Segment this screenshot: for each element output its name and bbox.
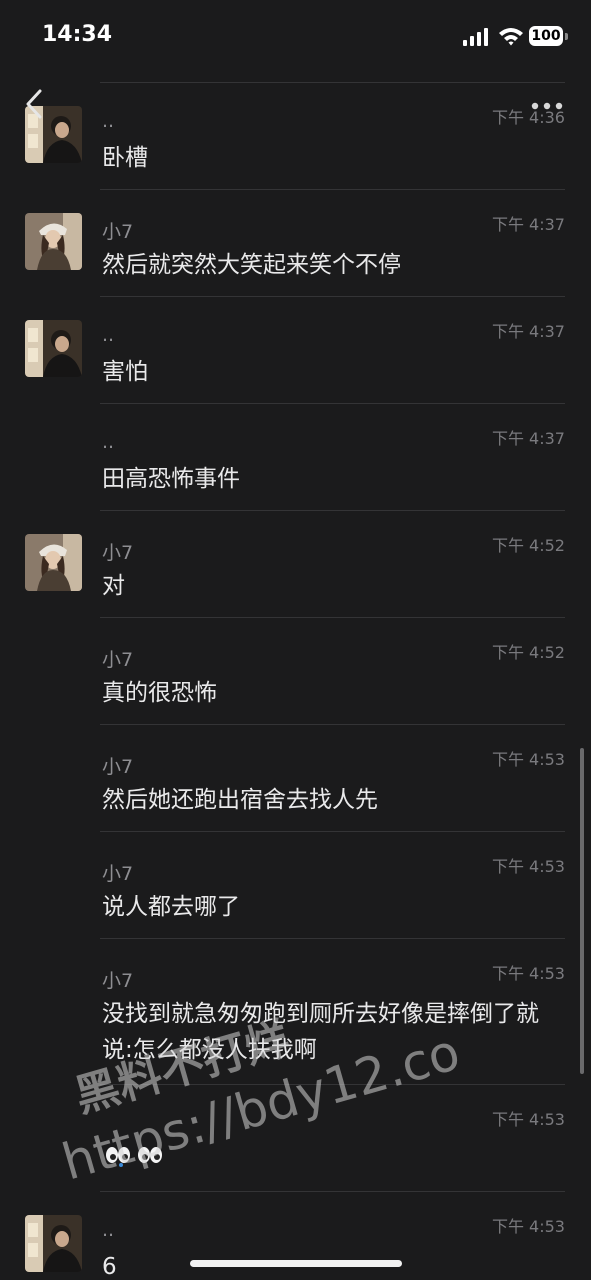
message-sender: 小7 — [102, 970, 134, 992]
message-row[interactable]: 小7 下午 4:52 真的很恐怖 — [0, 617, 591, 724]
message-time: 下午 4:53 — [491, 750, 565, 769]
wifi-icon — [498, 26, 524, 46]
avatar-xiao7[interactable] — [25, 534, 82, 591]
message-row[interactable]: 小7 下午 4:52 对 — [0, 510, 591, 617]
divider — [100, 724, 565, 725]
message-time: 下午 4:53 — [491, 857, 565, 876]
message-time: 下午 4:53 — [491, 1110, 565, 1129]
message-sender: 小7 — [102, 863, 134, 885]
message-row[interactable]: .. 下午 4:37 害怕 — [0, 296, 591, 403]
message-sender: .. — [102, 431, 115, 453]
message-sender: .. — [102, 110, 115, 132]
battery-level: 100 — [531, 28, 561, 44]
divider — [100, 82, 565, 83]
message-row[interactable]: 小7 下午 4:37 然后就突然大笑起来笑个不停 — [0, 189, 591, 296]
avatar-xiao7[interactable] — [25, 213, 82, 270]
status-bar: 14:34 100 — [0, 0, 591, 72]
message-time: 下午 4:52 — [491, 536, 565, 555]
message-sender: .. — [102, 324, 115, 346]
divider — [100, 617, 565, 618]
message-row[interactable]: .. 下午 4:37 田高恐怖事件 — [0, 403, 591, 510]
eyes-emoji-icon[interactable] — [104, 1144, 164, 1168]
message-text[interactable]: 对 — [102, 568, 565, 604]
message-sender: 小7 — [102, 649, 134, 671]
divider — [100, 1084, 565, 1085]
divider — [100, 510, 565, 511]
message-text[interactable]: 害怕 — [102, 354, 565, 390]
message-time: 下午 4:37 — [491, 429, 565, 448]
avatar-dotdot[interactable] — [25, 1215, 82, 1272]
message-time: 下午 4:37 — [491, 322, 565, 341]
message-sender: 小7 — [102, 756, 134, 778]
message-text[interactable]: 真的很恐怖 — [102, 675, 565, 711]
chevron-left-icon[interactable] — [22, 88, 48, 120]
message-text[interactable]: 然后她还跑出宿舍去找人先 — [102, 782, 565, 818]
chat-history-screen: .. 下午 4:36 卧槽 小7 下午 4:37 然后就突然大笑起来笑个不停 .… — [0, 0, 591, 1280]
message-time: 下午 4:53 — [491, 964, 565, 983]
message-time: 下午 4:37 — [491, 215, 565, 234]
more-dots-icon[interactable] — [530, 98, 564, 112]
message-row[interactable]: .. 下午 4:36 卧槽 — [0, 82, 591, 189]
message-time: 下午 4:52 — [491, 643, 565, 662]
battery-icon: 100 — [529, 26, 569, 46]
message-text[interactable]: 没找到就急匆匆跑到厕所去好像是摔倒了就说:怎么都没人扶我啊 — [102, 996, 565, 1068]
home-indicator[interactable] — [190, 1260, 402, 1267]
status-time: 14:34 — [42, 22, 113, 47]
divider — [100, 938, 565, 939]
message-row[interactable]: 下午 4:53 — [0, 1084, 591, 1191]
message-row[interactable]: 小7 下午 4:53 然后她还跑出宿舍去找人先 — [0, 724, 591, 831]
message-list[interactable]: .. 下午 4:36 卧槽 小7 下午 4:37 然后就突然大笑起来笑个不停 .… — [0, 82, 591, 1280]
cellular-signal-icon — [463, 28, 489, 46]
divider — [100, 1191, 565, 1192]
divider — [100, 189, 565, 190]
message-text[interactable]: 田高恐怖事件 — [102, 461, 565, 497]
scrollbar[interactable] — [580, 748, 584, 1074]
message-text[interactable]: 卧槽 — [102, 140, 565, 176]
avatar-dotdot[interactable] — [25, 320, 82, 377]
battery-tip — [565, 33, 568, 40]
message-sender: .. — [102, 1219, 115, 1241]
message-row[interactable]: 小7 下午 4:53 说人都去哪了 — [0, 831, 591, 938]
message-text[interactable]: 说人都去哪了 — [102, 889, 565, 925]
message-sender: 小7 — [102, 542, 134, 564]
message-sender: 小7 — [102, 221, 134, 243]
divider — [100, 831, 565, 832]
message-time: 下午 4:53 — [491, 1217, 565, 1236]
message-text[interactable]: 然后就突然大笑起来笑个不停 — [102, 247, 565, 283]
divider — [100, 296, 565, 297]
divider — [100, 403, 565, 404]
message-row[interactable]: 小7 下午 4:53 没找到就急匆匆跑到厕所去好像是摔倒了就说:怎么都没人扶我啊 — [0, 938, 591, 1084]
